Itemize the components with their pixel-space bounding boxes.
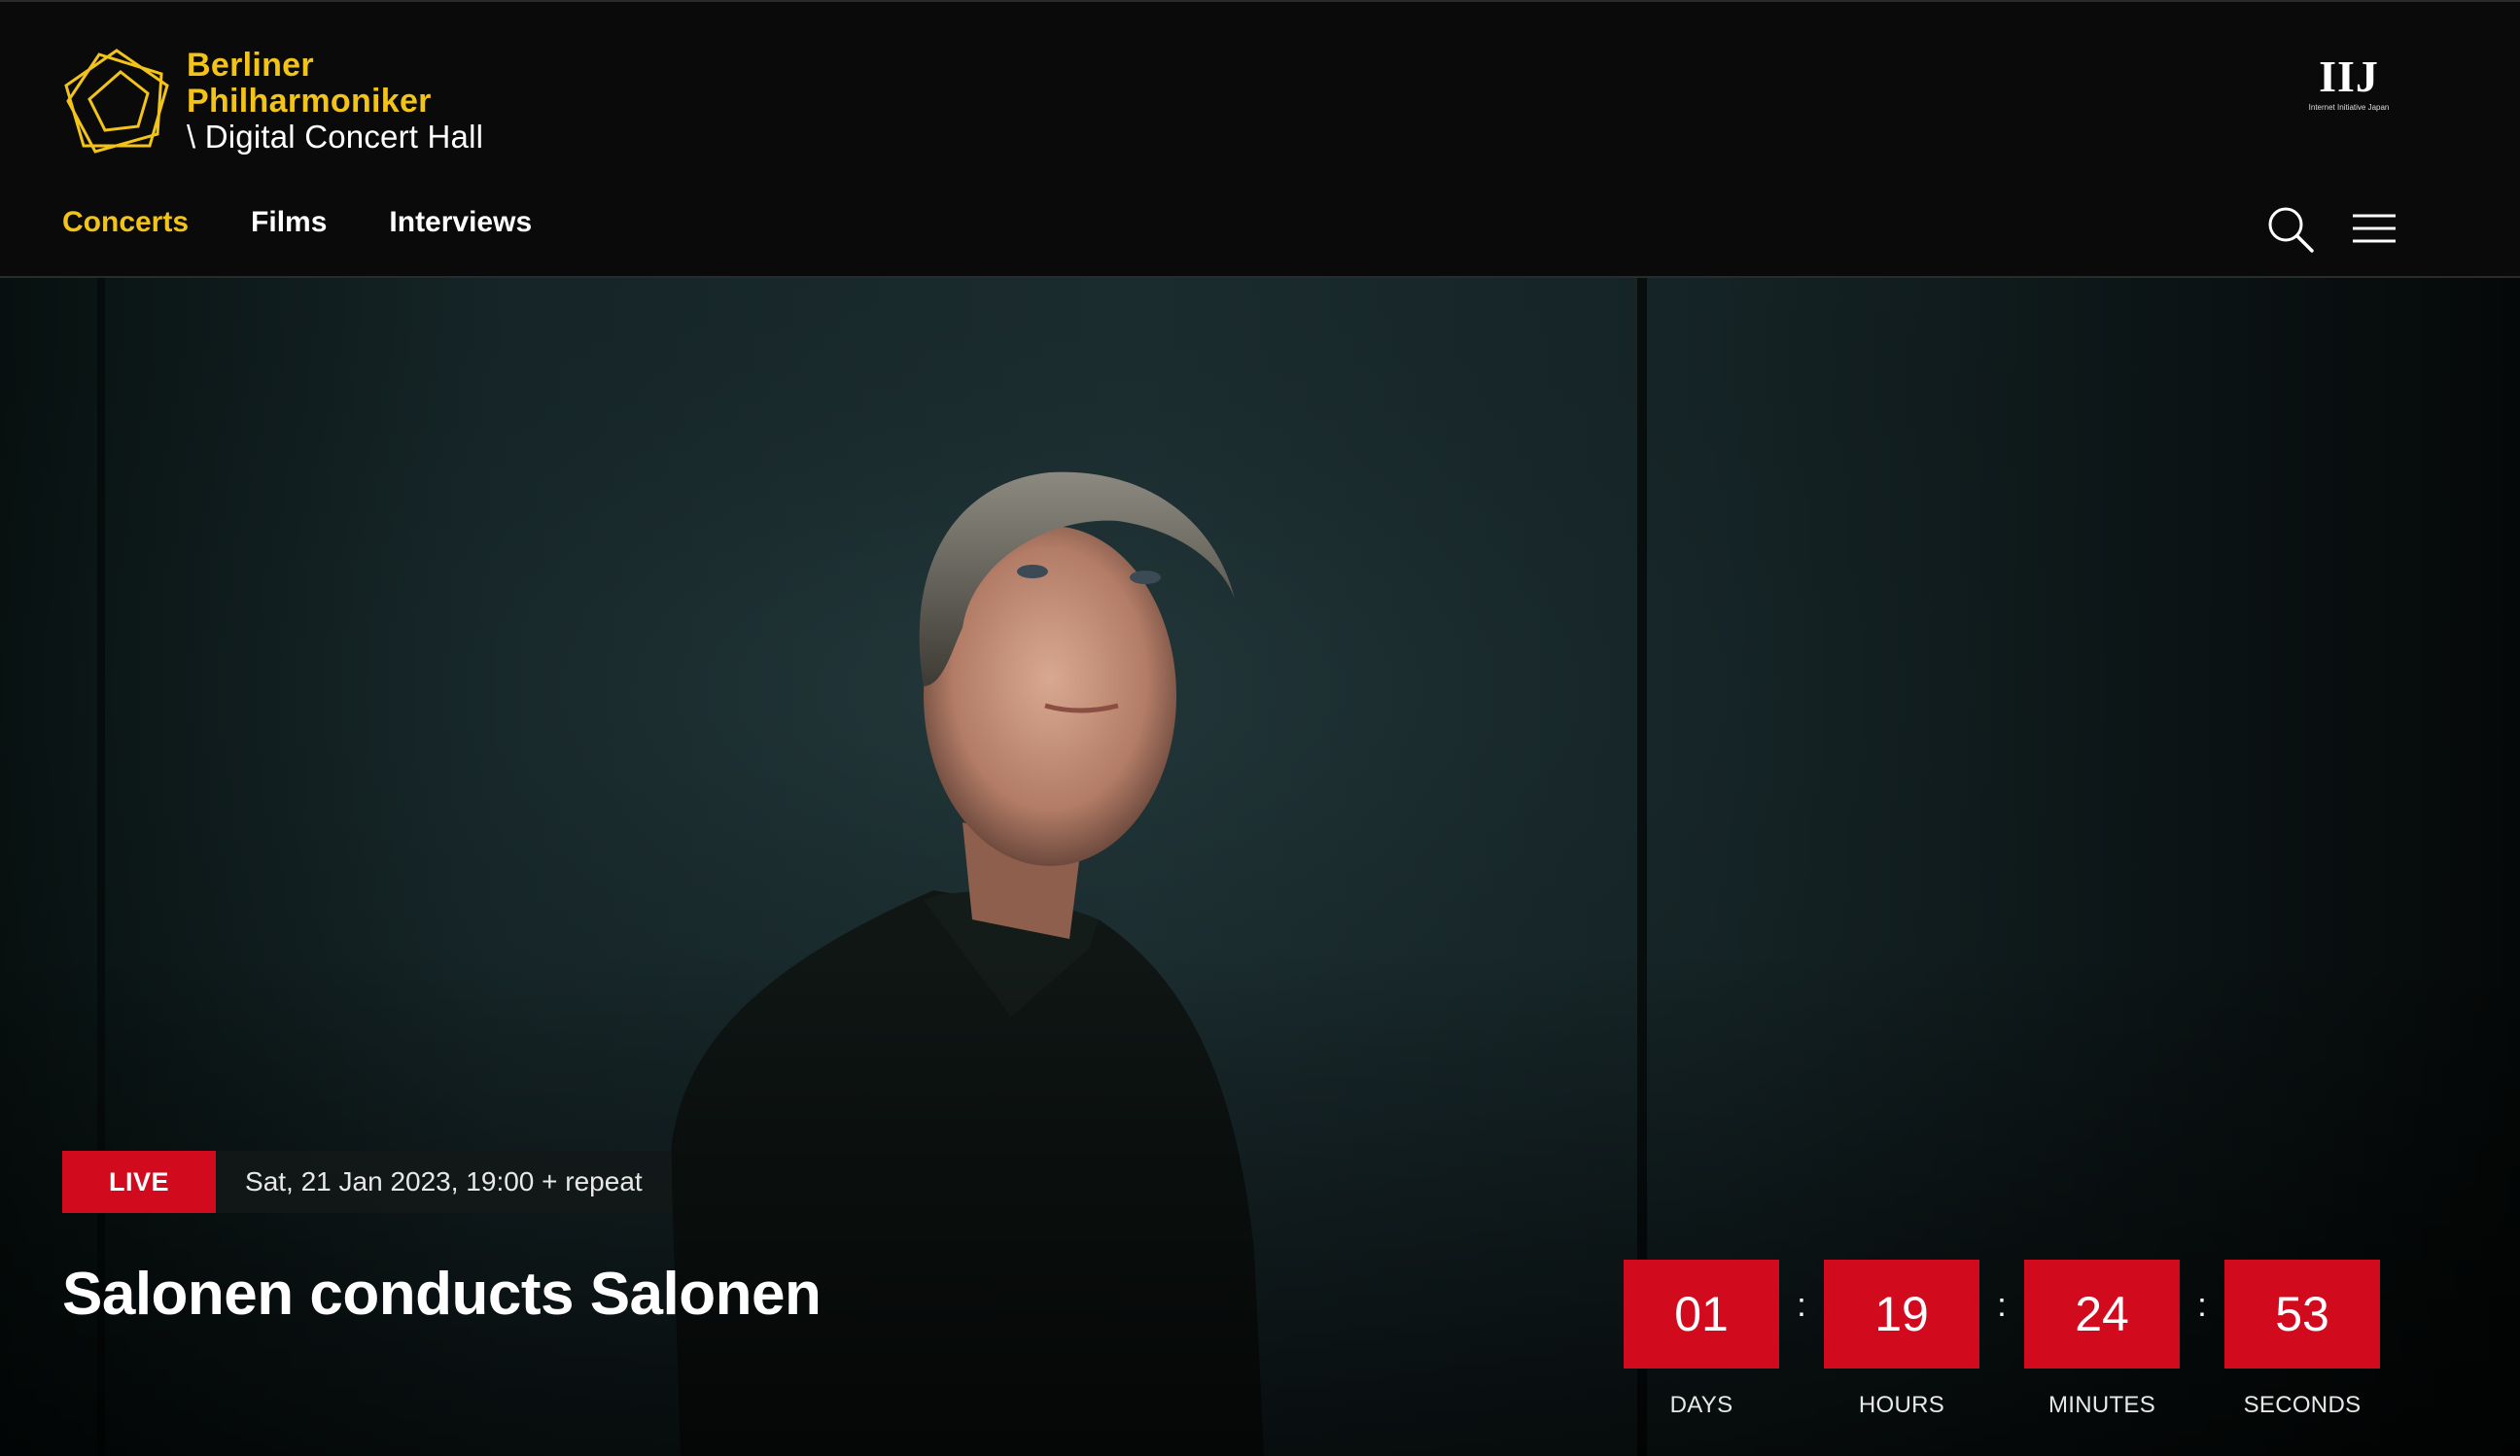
brand-name-line2: \ Digital Concert Hall xyxy=(187,118,484,155)
countdown-days-value: 01 xyxy=(1624,1260,1779,1369)
hero-banner[interactable]: LIVE Sat, 21 Jan 2023, 19:00 + repeat Sa… xyxy=(0,278,2520,1456)
live-badge: LIVE xyxy=(62,1151,217,1213)
brand-name-line1: Berliner Philharmoniker xyxy=(187,47,432,121)
countdown-hours-label: HOURS xyxy=(1858,1392,1945,1418)
main-nav: Concerts Films Interviews xyxy=(62,206,532,239)
nav-item-concerts[interactable]: Concerts xyxy=(62,206,189,239)
sponsor-mark: IIJ xyxy=(2319,52,2379,101)
countdown-timer: 01 DAYS : 19 HOURS : 24 MINUTES : 53 SEC… xyxy=(1624,1260,2380,1419)
countdown-seconds-label: SECONDS xyxy=(2243,1392,2362,1418)
countdown-separator: : xyxy=(1797,1286,1806,1324)
nav-item-films[interactable]: Films xyxy=(251,206,327,239)
concert-date: Sat, 21 Jan 2023, 19:00 + repeat xyxy=(216,1151,672,1213)
site-header: Berliner Philharmoniker \ Digital Concer… xyxy=(0,0,2520,278)
countdown-minutes-value: 24 xyxy=(2024,1260,2180,1369)
countdown-days-label: DAYS xyxy=(1669,1392,1733,1418)
header-tools xyxy=(2265,204,2399,255)
countdown-seconds-value: 53 xyxy=(2224,1260,2380,1369)
concert-meta: LIVE Sat, 21 Jan 2023, 19:00 + repeat xyxy=(62,1151,672,1213)
hamburger-menu-icon[interactable] xyxy=(2349,204,2399,255)
countdown-separator: : xyxy=(2197,1286,2207,1324)
countdown-minutes: 24 MINUTES xyxy=(2024,1260,2180,1419)
nav-item-interviews[interactable]: Interviews xyxy=(389,206,532,239)
search-icon[interactable] xyxy=(2265,204,2316,255)
sponsor-logo[interactable]: IIJ Internet Initiative Japan xyxy=(2300,54,2398,122)
countdown-minutes-label: MINUTES xyxy=(2048,1392,2156,1418)
countdown-hours-value: 19 xyxy=(1824,1260,1979,1369)
pentagon-logo-icon xyxy=(64,49,169,154)
countdown-seconds: 53 SECONDS xyxy=(2224,1260,2380,1419)
brand-name: Berliner Philharmoniker \ Digital Concer… xyxy=(187,48,566,154)
brand-logo[interactable]: Berliner Philharmoniker \ Digital Concer… xyxy=(60,45,566,157)
countdown-separator: : xyxy=(1997,1286,2007,1324)
countdown-days: 01 DAYS xyxy=(1624,1260,1779,1419)
sponsor-subtitle: Internet Initiative Japan xyxy=(2308,103,2390,112)
countdown-hours: 19 HOURS xyxy=(1824,1260,1979,1419)
concert-title[interactable]: Salonen conducts Salonen xyxy=(62,1260,822,1329)
page: Berliner Philharmoniker \ Digital Concer… xyxy=(0,0,2520,1456)
